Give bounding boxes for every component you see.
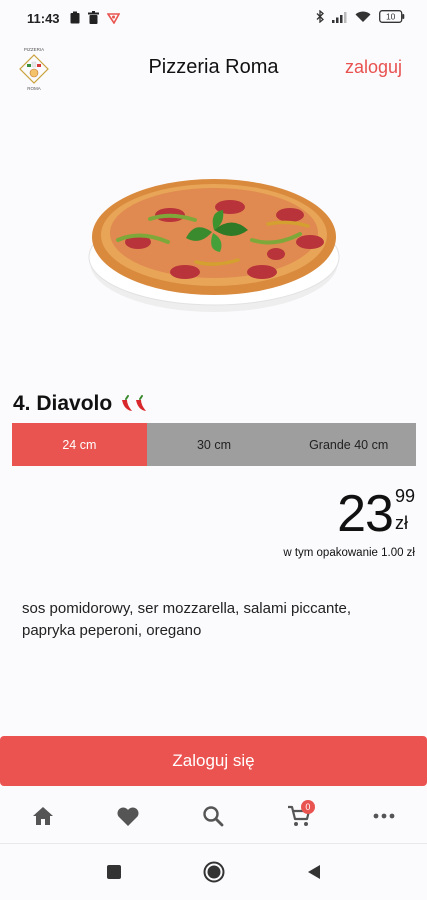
product-description: sos pomidorowy, ser mozzarella, salami p… — [22, 600, 352, 639]
clipboard-icon — [70, 11, 80, 24]
cart-count-badge: 0 — [300, 800, 315, 814]
nav-more[interactable] — [364, 796, 404, 836]
svg-text:ROMA: ROMA — [27, 86, 41, 91]
app-notification-icon — [107, 12, 120, 24]
size-tab-24cm[interactable]: 24 cm — [12, 423, 147, 466]
bottom-navigation: 0 — [0, 792, 427, 840]
battery-icon: 10 — [379, 10, 405, 23]
svg-text:PIZZERIA: PIZZERIA — [24, 47, 44, 52]
back-icon — [307, 865, 320, 879]
price: 23 99 zł — [337, 486, 415, 542]
product-name-text: 4. Diavolo — [13, 392, 113, 415]
packaging-note: w tym opakowanie 1.00 zł — [283, 547, 415, 559]
status-notification-icons — [70, 11, 120, 24]
battery-level: 10 — [386, 12, 396, 22]
system-back-button[interactable] — [299, 857, 329, 887]
system-home-button[interactable] — [199, 857, 229, 887]
recents-icon — [106, 865, 121, 879]
size-selector: 24 cm 30 cm Grande 40 cm — [12, 423, 417, 466]
status-system-icons: 10 — [316, 10, 405, 23]
chili-pepper-icon — [122, 395, 147, 411]
size-tab-30cm[interactable]: 30 cm — [146, 423, 282, 466]
price-currency: zł — [394, 513, 408, 533]
system-navigation — [0, 844, 427, 900]
login-link[interactable]: zaloguj — [345, 57, 402, 78]
price-decimal: 99 — [394, 486, 415, 506]
price-integer: 23 — [337, 485, 394, 543]
nav-favorites[interactable] — [108, 796, 148, 836]
heart-icon — [117, 806, 139, 826]
product-name: 4. Diavolo — [13, 392, 152, 416]
nav-cart[interactable]: 0 — [279, 796, 319, 836]
price-side: 99 zł — [395, 486, 415, 534]
nav-search[interactable] — [193, 796, 233, 836]
signal-icon — [332, 11, 347, 23]
bluetooth-icon — [316, 10, 324, 23]
search-icon — [203, 806, 224, 827]
size-tab-grande-40cm[interactable]: Grande 40 cm — [281, 423, 417, 466]
home-icon — [32, 807, 53, 825]
more-icon — [373, 813, 395, 819]
status-bar: 11:43 10 — [0, 0, 427, 38]
trash-icon — [88, 11, 99, 24]
home-circle-icon — [203, 861, 224, 883]
app-header: PIZZERIA ROMA Pizzeria Roma zaloguj — [0, 38, 427, 98]
nav-home[interactable] — [23, 796, 63, 836]
product-image — [0, 112, 427, 374]
status-time: 11:43 — [27, 11, 60, 26]
login-button[interactable]: Zaloguj się — [0, 736, 427, 786]
system-recents-button[interactable] — [99, 857, 129, 887]
wifi-icon — [355, 11, 371, 22]
